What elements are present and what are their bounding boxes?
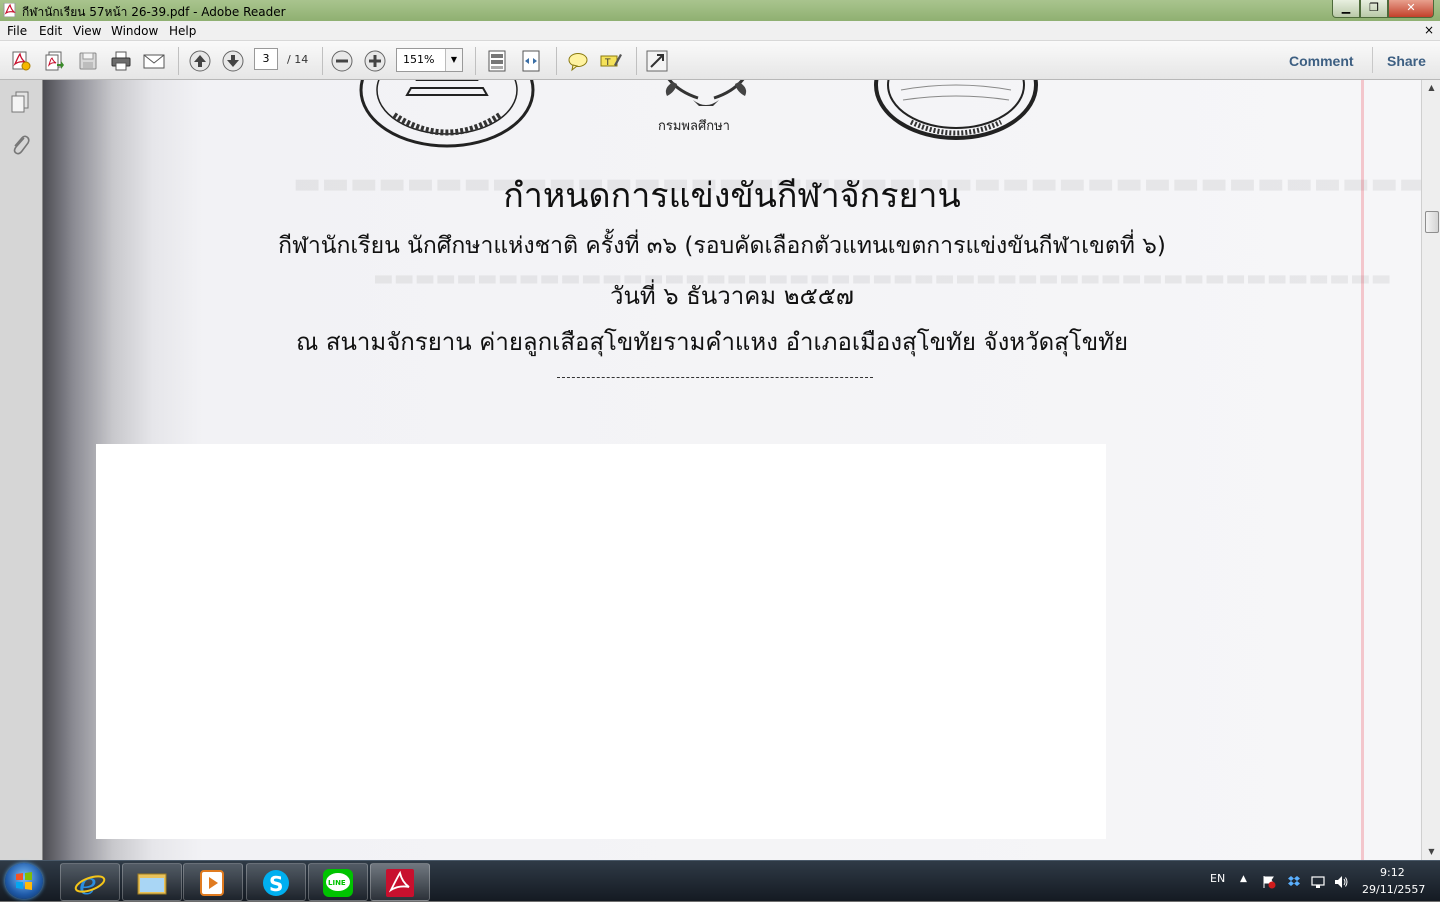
combine-files-icon[interactable] [43, 50, 65, 72]
ministry-seal-icon [874, 80, 1038, 140]
divider-line [557, 377, 873, 378]
blank-region [96, 444, 1106, 839]
toolbar-separator [556, 47, 557, 75]
adobe-reader-icon [386, 869, 414, 897]
clock-time[interactable]: 9:12 [1380, 866, 1405, 879]
clock-date[interactable]: 29/11/2557 [1362, 883, 1425, 896]
attachment-icon[interactable] [9, 132, 31, 156]
dropbox-icon[interactable] [1287, 875, 1301, 889]
navigation-pane [0, 80, 43, 860]
toolbar: T [0, 41, 1440, 80]
menu-view[interactable]: View [73, 24, 101, 38]
scroll-up-icon[interactable]: ▲ [1422, 80, 1440, 96]
menu-window[interactable]: Window [111, 24, 158, 38]
school-seal-icon [359, 80, 535, 148]
title-bar: กีฬานักเรียน 57หน้า 26-39.pdf - Adobe Re… [0, 0, 1440, 22]
toolbar-separator [475, 47, 476, 75]
taskbar-media-player[interactable] [183, 863, 243, 901]
taskbar-line[interactable]: LINE [308, 863, 368, 901]
save-icon[interactable] [77, 50, 99, 72]
toolbar-separator [178, 47, 179, 75]
taskbar: e S LINE EN ▲ 9:12 29/11/2557 [0, 860, 1440, 901]
fit-width-icon[interactable] [520, 50, 542, 72]
start-button[interactable] [5, 863, 43, 899]
menu-edit[interactable]: Edit [39, 24, 62, 38]
scrollbar-thumb[interactable] [1425, 211, 1439, 233]
zoom-select[interactable]: 151% ▼ [396, 48, 463, 72]
highlight-text-icon[interactable]: T [600, 50, 622, 72]
document-date: วันที่ ๖ ธันวาคม ๒๕๕๗ [610, 282, 854, 310]
email-icon[interactable] [143, 50, 165, 72]
windows-logo-icon [16, 872, 32, 890]
page-total: / 14 [287, 53, 309, 66]
skype-icon: S [263, 870, 289, 896]
taskbar-file-explorer[interactable] [122, 863, 182, 901]
vertical-scrollbar[interactable]: ▲ ▼ [1421, 80, 1440, 860]
zoom-value: 151% [403, 53, 435, 66]
svg-text:LINE: LINE [328, 879, 346, 887]
toolbar-separator [1372, 47, 1373, 73]
language-indicator[interactable]: EN [1210, 872, 1225, 885]
document-close-button[interactable]: × [1424, 23, 1434, 37]
document-subtitle: กีฬานักเรียน นักศึกษาแห่งชาติ ครั้งที่ ๓… [278, 233, 1166, 259]
department-emblem-icon [665, 80, 747, 106]
sticky-note-icon[interactable] [567, 50, 589, 72]
close-button[interactable]: ✕ [1388, 0, 1434, 18]
action-center-flag-icon[interactable] [1262, 875, 1276, 889]
zoom-out-icon[interactable] [331, 50, 353, 72]
print-icon[interactable] [110, 50, 132, 72]
logo-caption: กรมพลศึกษา [658, 119, 730, 134]
comment-button[interactable]: Comment [1289, 53, 1354, 69]
svg-text:e: e [79, 868, 97, 898]
folder-icon [137, 873, 167, 895]
document-venue: ณ สนามจักรยาน ค่ายลูกเสือสุโขทัยรามคำแหง… [295, 328, 1129, 356]
chevron-down-icon[interactable]: ▼ [445, 49, 462, 71]
fit-page-icon[interactable] [486, 50, 508, 72]
show-hidden-icons-icon[interactable]: ▲ [1240, 874, 1247, 884]
volume-icon[interactable] [1334, 875, 1348, 889]
pdf-page: กรมพลศึกษา ▬▬▬▬▬▬▬▬▬▬▬▬▬▬▬▬▬▬▬▬▬▬▬▬▬▬▬▬▬… [43, 80, 1421, 860]
internet-explorer-icon: e [74, 868, 106, 898]
create-pdf-icon[interactable] [10, 50, 32, 72]
minimize-button[interactable]: ▁ [1332, 0, 1360, 18]
network-icon[interactable] [1311, 875, 1325, 889]
document-title: กำหนดการแข่งขันกีฬาจักรยาน [503, 176, 961, 216]
next-page-icon[interactable] [222, 50, 244, 72]
previous-page-icon[interactable] [189, 50, 211, 72]
taskbar-adobe-reader[interactable] [370, 863, 430, 901]
svg-text:S: S [269, 872, 283, 896]
media-player-icon [200, 870, 224, 896]
page-number-input[interactable] [254, 48, 278, 70]
taskbar-skype[interactable]: S [246, 863, 306, 901]
restore-button[interactable]: ❐ [1360, 0, 1388, 18]
window-title: กีฬานักเรียน 57หน้า 26-39.pdf - Adobe Re… [22, 5, 286, 19]
taskbar-internet-explorer[interactable]: e [60, 863, 120, 901]
share-button[interactable]: Share [1387, 53, 1426, 69]
line-messenger-icon: LINE [323, 869, 353, 897]
menu-bar: File Edit View Window Help × [0, 21, 1440, 41]
toolbar-separator [636, 47, 637, 75]
menu-help[interactable]: Help [169, 24, 196, 38]
svg-text:T: T [604, 58, 611, 68]
menu-file[interactable]: File [7, 24, 27, 38]
zoom-in-icon[interactable] [364, 50, 386, 72]
toolbar-separator [322, 47, 323, 75]
full-screen-icon[interactable] [646, 50, 668, 72]
scroll-down-icon[interactable]: ▼ [1422, 844, 1440, 860]
adobe-reader-icon [3, 3, 16, 17]
document-view[interactable]: กรมพลศึกษา ▬▬▬▬▬▬▬▬▬▬▬▬▬▬▬▬▬▬▬▬▬▬▬▬▬▬▬▬▬… [43, 80, 1421, 860]
page-thumbnails-icon[interactable] [9, 90, 31, 114]
